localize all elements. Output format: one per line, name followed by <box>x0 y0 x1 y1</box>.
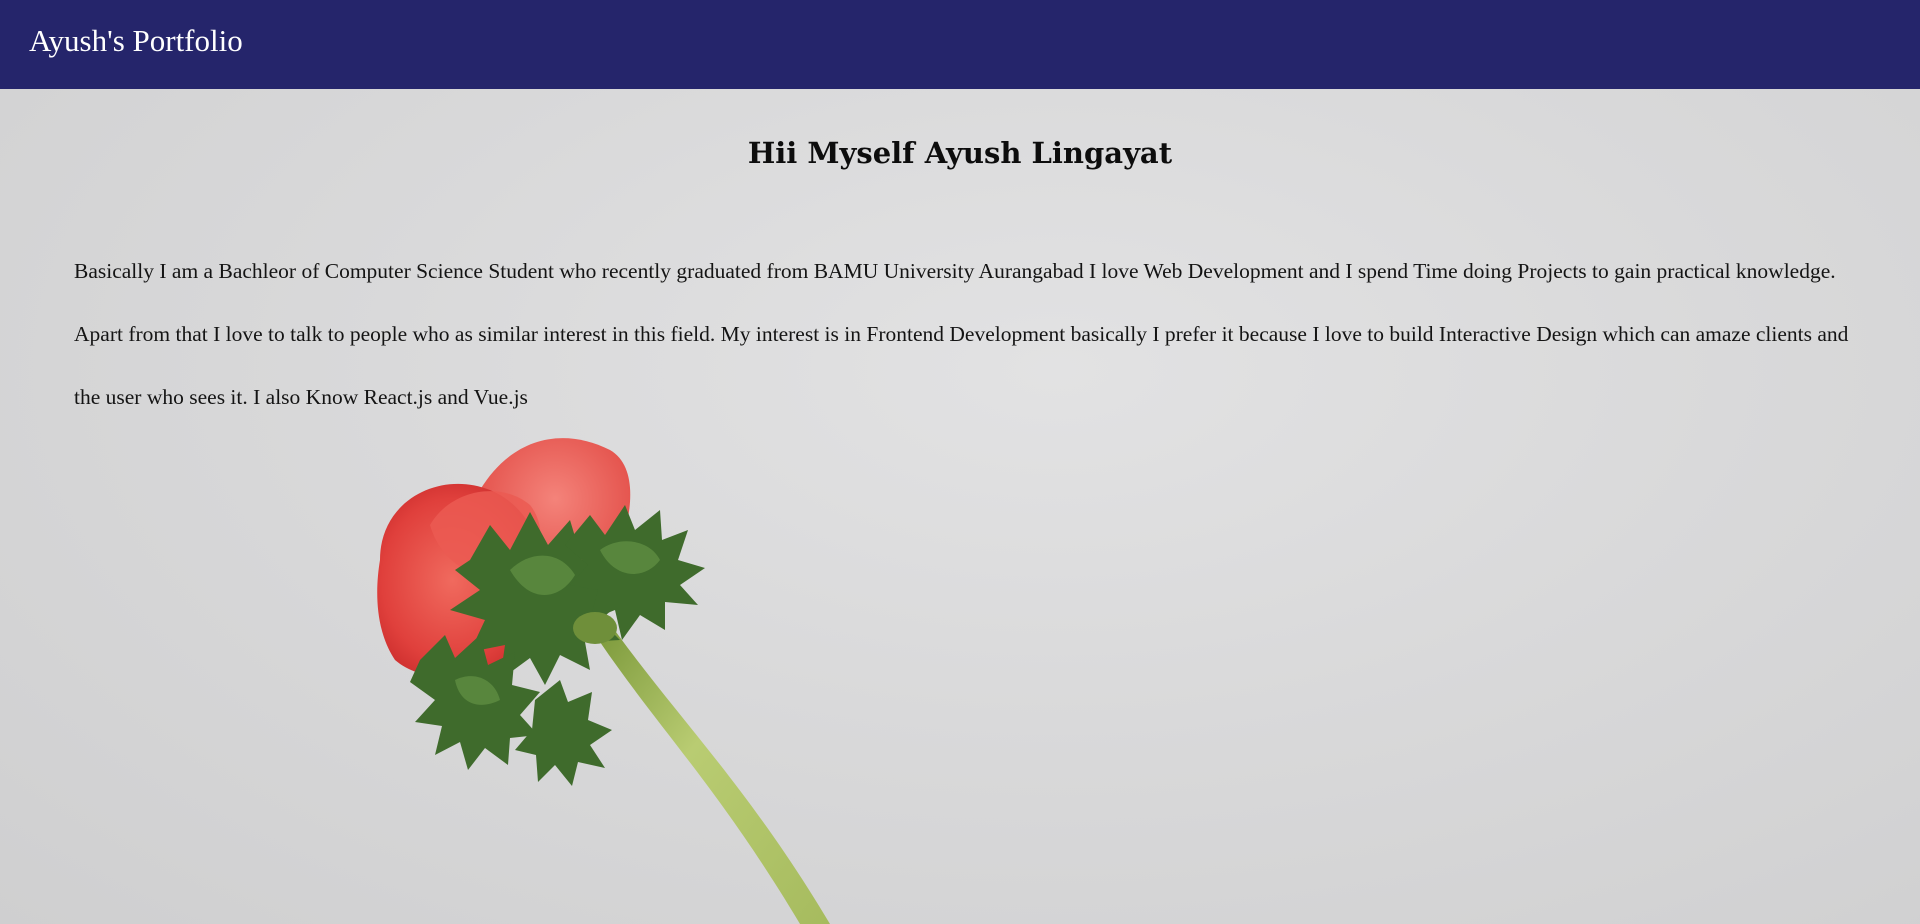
navbar: Ayush's Portfolio <box>0 0 1920 89</box>
page-title: Hii Myself Ayush Lingayat <box>747 136 1173 170</box>
intro-paragraph: Basically I am a Bachleor of Computer Sc… <box>74 259 1849 409</box>
red-flower-image <box>377 438 830 924</box>
brand-link[interactable]: Ayush's Portfolio <box>29 21 243 61</box>
